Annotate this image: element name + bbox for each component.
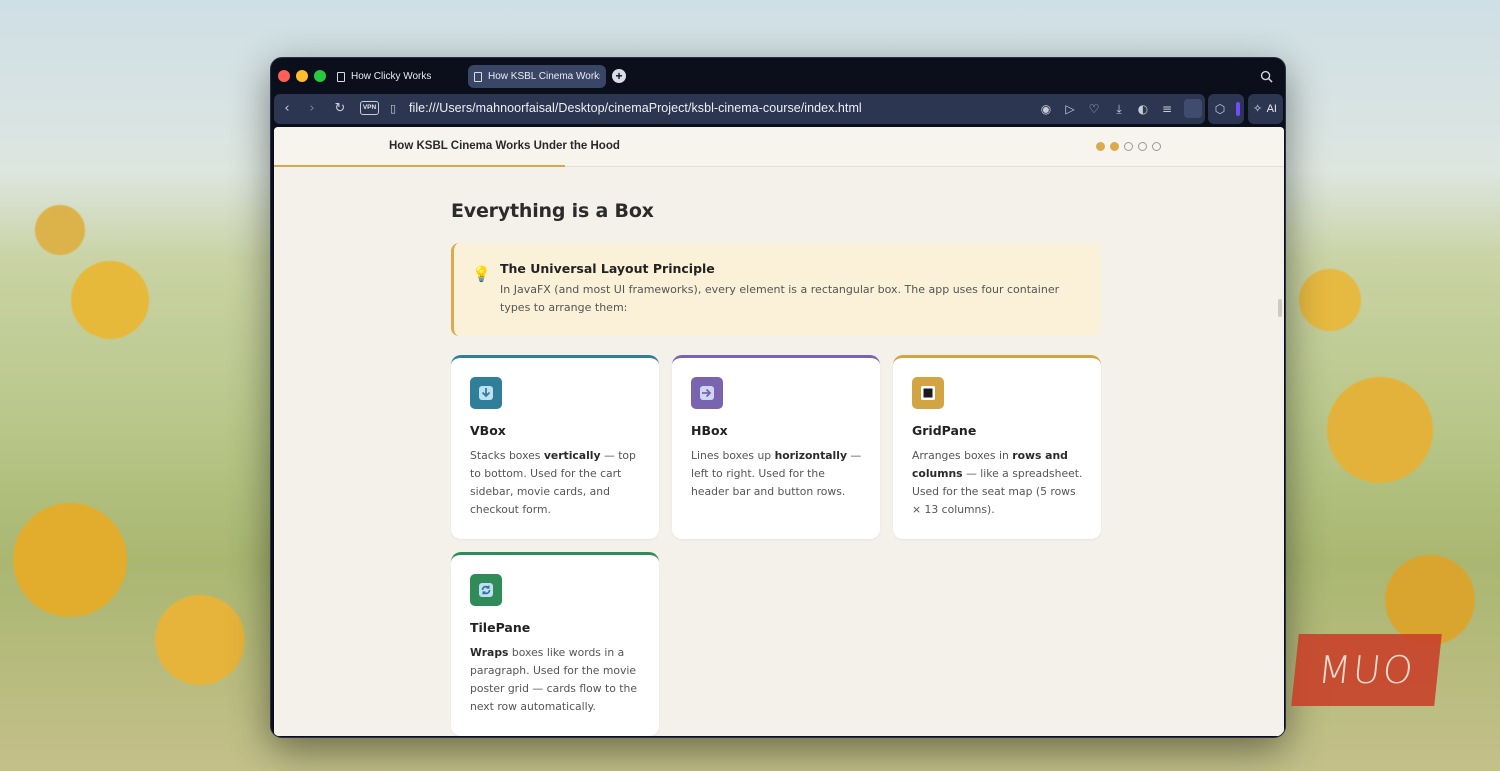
ai-sparkle-icon: ✧ [1253, 103, 1263, 115]
card-title: VBox [470, 423, 506, 438]
download-icon[interactable]: ⤓ [1112, 102, 1126, 116]
document-icon [474, 71, 482, 82]
vpn-badge[interactable]: VPN [360, 101, 379, 115]
callout-title: The Universal Layout Principle [500, 261, 715, 276]
extension-button[interactable]: ⬡ [1208, 94, 1244, 124]
card-text: Arranges boxes in rows and columns — lik… [912, 449, 1083, 516]
extension-indicator [1236, 102, 1240, 116]
page-top-nav: How KSBL Cinema Works Under the Hood [274, 127, 1284, 167]
battery-icon[interactable]: ◐ [1136, 102, 1150, 116]
page-viewport: How KSBL Cinema Works Under the Hood Eve… [274, 127, 1284, 736]
play-icon[interactable]: ▷ [1063, 102, 1077, 116]
zoom-window-button[interactable] [314, 70, 326, 82]
profile-icon[interactable] [1184, 99, 1202, 118]
reload-icon[interactable]: ↻ [333, 102, 347, 116]
callout-text: In JavaFX (and most UI frameworks), ever… [500, 283, 1060, 314]
ai-label: AI [1266, 103, 1277, 115]
card-tilepane: TilePane Wraps boxes like words in a par… [451, 552, 659, 736]
right-arrow-icon [691, 377, 723, 409]
tab-label: How Clicky Works [351, 71, 432, 82]
document-icon [337, 71, 345, 82]
down-arrow-icon [470, 377, 502, 409]
document-icon: ▯ [389, 102, 397, 115]
nav-title: How KSBL Cinema Works Under the Hood [389, 140, 620, 152]
browser-window: How Clicky Works How KSBL Cinema Works U… [270, 57, 1286, 738]
cube-icon: ⬡ [1214, 102, 1226, 116]
progress-dot[interactable] [1152, 142, 1161, 151]
close-window-button[interactable] [278, 70, 290, 82]
card-vbox: VBox Stacks boxes vertically — top to bo… [451, 355, 659, 539]
forward-icon[interactable]: › [305, 102, 319, 116]
url-field[interactable]: file:///Users/mahnoorfaisal/Desktop/cine… [409, 101, 862, 115]
ai-button[interactable]: ✧ AI [1248, 94, 1283, 124]
lightbulb-icon: 💡 [472, 265, 491, 283]
progress-dots [1096, 142, 1161, 151]
main-content: Everything is a Box 💡 The Universal Layo… [451, 167, 1101, 736]
page-heading: Everything is a Box [451, 200, 654, 222]
menu-icon[interactable]: ≡ [1160, 102, 1174, 116]
camera-icon[interactable]: ◉ [1039, 102, 1053, 116]
card-text: Lines boxes up horizontally — left to ri… [691, 449, 862, 498]
square-icon [912, 377, 944, 409]
tab-bar: How Clicky Works How KSBL Cinema Works U… [271, 58, 1285, 94]
card-hbox: HBox Lines boxes up horizontally — left … [672, 355, 880, 539]
card-title: HBox [691, 423, 728, 438]
address-bar: ‹ › ↻ VPN ▯ file:///Users/mahnoorfaisal/… [274, 94, 1205, 124]
card-title: GridPane [912, 423, 977, 438]
new-tab-button[interactable]: + [612, 69, 626, 83]
card-text: Wraps boxes like words in a paragraph. U… [470, 646, 638, 713]
card-gridpane: GridPane Arranges boxes in rows and colu… [893, 355, 1101, 539]
cycle-icon [470, 574, 502, 606]
callout-box: 💡 The Universal Layout Principle In Java… [451, 243, 1101, 336]
scrollbar-thumb[interactable] [1278, 299, 1282, 317]
tab-ksbl-cinema[interactable]: How KSBL Cinema Works Under the Hood [468, 65, 606, 88]
heart-icon[interactable]: ♡ [1087, 102, 1101, 116]
progress-dot[interactable] [1138, 142, 1147, 151]
progress-dot[interactable] [1110, 142, 1119, 151]
progress-dot[interactable] [1124, 142, 1133, 151]
tab-label: How KSBL Cinema Works Under the Hood [488, 71, 600, 82]
card-title: TilePane [470, 620, 531, 635]
card-text: Stacks boxes vertically — top to bottom.… [470, 449, 636, 516]
minimize-window-button[interactable] [296, 70, 308, 82]
progress-dot[interactable] [1096, 142, 1105, 151]
tab-how-clicky-works[interactable]: How Clicky Works [331, 65, 461, 88]
search-icon[interactable] [1260, 70, 1273, 83]
back-icon[interactable]: ‹ [280, 102, 294, 116]
muo-watermark: MUO [1291, 634, 1442, 706]
